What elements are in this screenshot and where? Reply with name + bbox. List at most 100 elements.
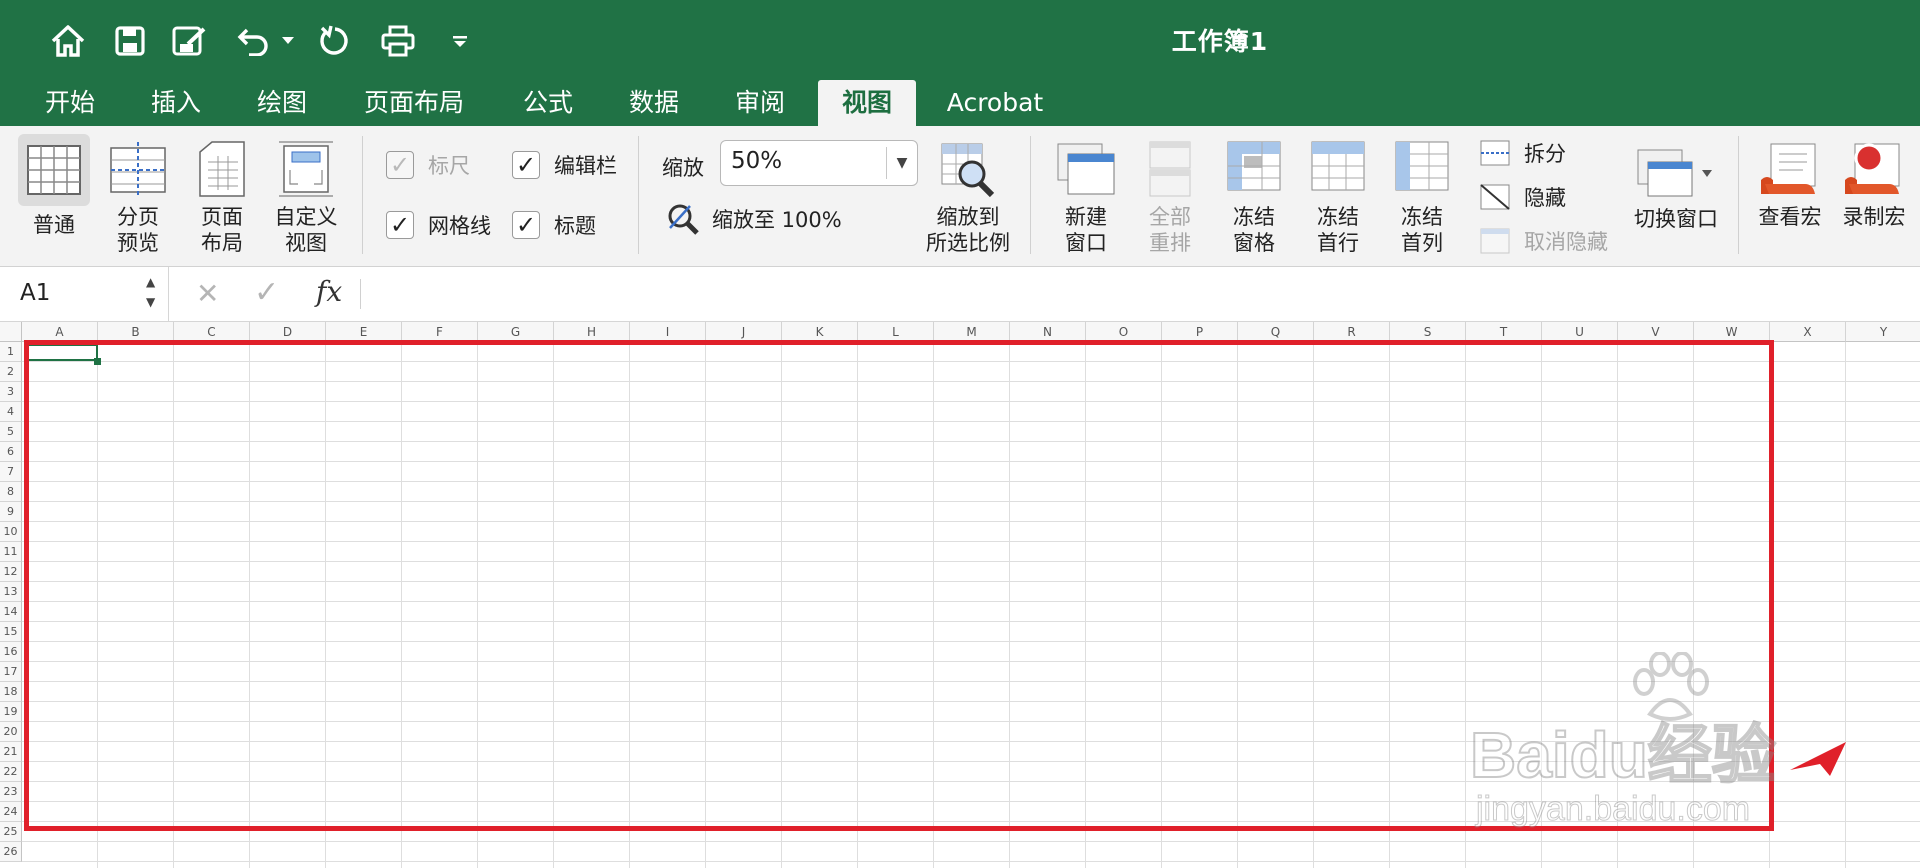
zoom-100-button[interactable]: 缩放至 100% — [666, 202, 842, 236]
tab-acrobat[interactable]: Acrobat — [940, 80, 1050, 126]
row-header-12[interactable]: 12 — [0, 562, 22, 582]
normal-view-button[interactable]: 普通 — [14, 134, 94, 238]
row-header-3[interactable]: 3 — [0, 382, 22, 402]
row-header-21[interactable]: 21 — [0, 742, 22, 762]
row-header-18[interactable]: 18 — [0, 682, 22, 702]
insert-function-icon[interactable]: fx — [316, 275, 342, 308]
freeze-panes-button[interactable]: 冻结 窗格 — [1214, 140, 1294, 256]
column-header-u[interactable]: U — [1542, 322, 1618, 342]
select-all-corner[interactable] — [0, 322, 22, 342]
column-header-a[interactable]: A — [22, 322, 98, 342]
row-header-2[interactable]: 2 — [0, 362, 22, 382]
row-header-10[interactable]: 10 — [0, 522, 22, 542]
column-header-i[interactable]: I — [630, 322, 706, 342]
column-header-x[interactable]: X — [1770, 322, 1846, 342]
column-header-h[interactable]: H — [554, 322, 630, 342]
row-header-4[interactable]: 4 — [0, 402, 22, 422]
column-header-t[interactable]: T — [1466, 322, 1542, 342]
column-header-o[interactable]: O — [1086, 322, 1162, 342]
row-header-7[interactable]: 7 — [0, 462, 22, 482]
worksheet-grid[interactable]: ABCDEFGHIJKLMNOPQRSTUVWXY 1 2 3 4 5 6 7 8 9 10 11 1… — [0, 322, 1920, 868]
column-header-j[interactable]: J — [706, 322, 782, 342]
freeze-first-column-label-2: 首列 — [1401, 231, 1443, 255]
row-header-19[interactable]: 19 — [0, 702, 22, 722]
tab-view[interactable]: 视图 — [818, 80, 916, 126]
name-box[interactable]: A1 ▲ ▼ — [0, 267, 169, 321]
highlight-box — [24, 340, 1774, 831]
headings-label: 标题 — [554, 214, 596, 238]
record-macro-button[interactable]: 录制宏 — [1836, 140, 1912, 230]
row-header-13[interactable]: 13 — [0, 582, 22, 602]
row-header-5[interactable]: 5 — [0, 422, 22, 442]
column-header-e[interactable]: E — [326, 322, 402, 342]
freeze-first-column-button[interactable]: 冻结 首列 — [1382, 140, 1462, 256]
column-header-c[interactable]: C — [174, 322, 250, 342]
tab-formulas[interactable]: 公式 — [512, 80, 584, 126]
page-layout-view-button[interactable]: 页面 布局 — [184, 140, 260, 256]
switch-windows-button[interactable]: 切换窗口 — [1620, 148, 1732, 232]
tab-review[interactable]: 审阅 — [724, 80, 796, 126]
normal-view-icon — [18, 134, 90, 206]
headings-checkbox[interactable]: ✓ 标题 — [512, 210, 596, 240]
column-header-m[interactable]: M — [934, 322, 1010, 342]
freeze-top-row-button[interactable]: 冻结 首行 — [1298, 140, 1378, 256]
row-header-23[interactable]: 23 — [0, 782, 22, 802]
column-header-l[interactable]: L — [858, 322, 934, 342]
switch-windows-label: 切换窗口 — [1634, 207, 1718, 231]
hide-button[interactable]: 隐藏 — [1480, 182, 1566, 212]
column-header-y[interactable]: Y — [1846, 322, 1920, 342]
column-header-f[interactable]: F — [402, 322, 478, 342]
zoom-100-icon — [668, 204, 699, 235]
name-box-up-icon[interactable]: ▲ — [146, 275, 155, 289]
row-header-20[interactable]: 20 — [0, 722, 22, 742]
row-header-1[interactable]: 1 — [0, 342, 22, 362]
row-header-6[interactable]: 6 — [0, 442, 22, 462]
column-header-d[interactable]: D — [250, 322, 326, 342]
name-box-down-icon[interactable]: ▼ — [146, 295, 155, 309]
split-button[interactable]: 拆分 — [1480, 138, 1566, 168]
row-header-17[interactable]: 17 — [0, 662, 22, 682]
row-header-24[interactable]: 24 — [0, 802, 22, 822]
row-header-25[interactable]: 25 — [0, 822, 22, 842]
column-header-r[interactable]: R — [1314, 322, 1390, 342]
row-header-14[interactable]: 14 — [0, 602, 22, 622]
column-header-q[interactable]: Q — [1238, 322, 1314, 342]
page-break-preview-label-2: 预览 — [117, 231, 159, 255]
tab-page-layout[interactable]: 页面布局 — [352, 80, 476, 126]
column-header-v[interactable]: V — [1618, 322, 1694, 342]
tab-data[interactable]: 数据 — [618, 80, 690, 126]
zoom-dropdown-icon[interactable]: ▼ — [886, 147, 917, 179]
tab-insert[interactable]: 插入 — [140, 80, 212, 126]
row-header-8[interactable]: 8 — [0, 482, 22, 502]
page-break-preview-button[interactable]: 分页 预览 — [100, 140, 176, 256]
view-macros-button[interactable]: 查看宏 — [1752, 140, 1828, 230]
tab-home[interactable]: 开始 — [34, 80, 106, 126]
unhide-button[interactable]: 取消隐藏 — [1480, 226, 1608, 256]
row-header-9[interactable]: 9 — [0, 502, 22, 522]
column-header-g[interactable]: G — [478, 322, 554, 342]
zoom-select[interactable]: 50% ▼ — [720, 140, 918, 186]
column-header-n[interactable]: N — [1010, 322, 1086, 342]
cancel-entry-icon[interactable]: ✕ — [196, 277, 219, 310]
zoom-100-label: 缩放至 100% — [712, 208, 842, 232]
row-header-22[interactable]: 22 — [0, 762, 22, 782]
column-header-p[interactable]: P — [1162, 322, 1238, 342]
column-header-b[interactable]: B — [98, 322, 174, 342]
confirm-entry-icon[interactable]: ✓ — [254, 275, 279, 310]
row-header-11[interactable]: 11 — [0, 542, 22, 562]
tab-draw[interactable]: 绘图 — [246, 80, 318, 126]
row-header-16[interactable]: 16 — [0, 642, 22, 662]
record-macro-icon — [1843, 140, 1905, 198]
formula-bar-checkbox[interactable]: ✓ 编辑栏 — [512, 150, 617, 180]
ruler-checkbox[interactable]: ✓ 标尺 — [386, 150, 470, 180]
column-header-k[interactable]: K — [782, 322, 858, 342]
zoom-to-selection-button[interactable]: 缩放到 所选比例 — [920, 140, 1016, 256]
arrange-all-button[interactable]: 全部 重排 — [1130, 140, 1210, 256]
gridlines-checkbox[interactable]: ✓ 网格线 — [386, 210, 491, 240]
column-header-w[interactable]: W — [1694, 322, 1770, 342]
row-header-26[interactable]: 26 — [0, 842, 22, 862]
custom-views-button[interactable]: 自定义 视图 — [266, 140, 346, 256]
row-header-15[interactable]: 15 — [0, 622, 22, 642]
new-window-button[interactable]: 新建 窗口 — [1046, 140, 1126, 256]
column-header-s[interactable]: S — [1390, 322, 1466, 342]
